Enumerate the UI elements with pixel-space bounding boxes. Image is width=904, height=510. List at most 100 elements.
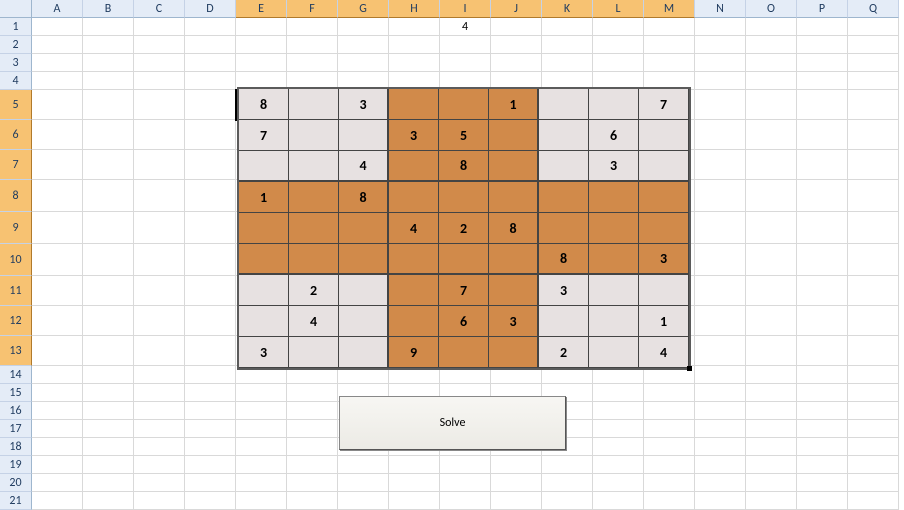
sudoku-cell-r2c7[interactable]: 3 — [589, 151, 639, 182]
cell-P18[interactable] — [797, 438, 848, 456]
cell-A21[interactable] — [32, 492, 83, 510]
cell-B2[interactable] — [83, 36, 134, 54]
sudoku-cell-r6c5[interactable] — [489, 275, 539, 306]
cell-P10[interactable] — [797, 244, 848, 276]
row-header-20[interactable]: 20 — [0, 474, 32, 492]
cell-P2[interactable] — [797, 36, 848, 54]
cell-O8[interactable] — [746, 180, 797, 212]
row-header-15[interactable]: 15 — [0, 384, 32, 402]
cell-B15[interactable] — [83, 384, 134, 402]
cell-Q9[interactable] — [848, 212, 899, 244]
cell-N6[interactable] — [695, 120, 746, 150]
sudoku-cell-r8c7[interactable] — [589, 337, 639, 368]
cell-O5[interactable] — [746, 90, 797, 120]
cell-N5[interactable] — [695, 90, 746, 120]
row-header-9[interactable]: 9 — [0, 212, 32, 244]
cell-Q20[interactable] — [848, 474, 899, 492]
cell-C13[interactable] — [134, 336, 185, 366]
cell-C15[interactable] — [134, 384, 185, 402]
row-header-18[interactable]: 18 — [0, 438, 32, 456]
sudoku-cell-r3c5[interactable] — [489, 182, 539, 213]
cell-D11[interactable] — [185, 276, 236, 306]
cell-B1[interactable] — [83, 18, 134, 36]
cell-D16[interactable] — [185, 402, 236, 420]
cell-C16[interactable] — [134, 402, 185, 420]
cell-C11[interactable] — [134, 276, 185, 306]
cell-L2[interactable] — [593, 36, 644, 54]
cell-D8[interactable] — [185, 180, 236, 212]
cell-J20[interactable] — [491, 474, 542, 492]
cell-P4[interactable] — [797, 72, 848, 90]
col-header-G[interactable]: G — [338, 0, 389, 18]
cell-C7[interactable] — [134, 150, 185, 180]
sudoku-cell-r0c8[interactable]: 7 — [639, 89, 689, 120]
sudoku-cell-r2c4[interactable]: 8 — [439, 151, 489, 182]
sudoku-cell-r8c8[interactable]: 4 — [639, 337, 689, 368]
sudoku-cell-r3c2[interactable]: 8 — [339, 182, 389, 213]
cell-F15[interactable] — [287, 384, 338, 402]
cell-E2[interactable] — [236, 36, 287, 54]
cell-B18[interactable] — [83, 438, 134, 456]
cell-K3[interactable] — [542, 54, 593, 72]
sudoku-cell-r1c4[interactable]: 5 — [439, 120, 489, 151]
row-header-5[interactable]: 5 — [0, 90, 32, 120]
sudoku-cell-r8c1[interactable] — [289, 337, 339, 368]
cell-P8[interactable] — [797, 180, 848, 212]
cell-H21[interactable] — [389, 492, 440, 510]
cell-D17[interactable] — [185, 420, 236, 438]
sudoku-cell-r7c7[interactable] — [589, 306, 639, 337]
cell-M19[interactable] — [644, 456, 695, 474]
cell-Q13[interactable] — [848, 336, 899, 366]
cell-O9[interactable] — [746, 212, 797, 244]
cell-M1[interactable] — [644, 18, 695, 36]
cell-B9[interactable] — [83, 212, 134, 244]
cell-I1[interactable]: 4 — [440, 18, 491, 36]
cell-O15[interactable] — [746, 384, 797, 402]
sudoku-cell-r0c6[interactable] — [539, 89, 589, 120]
sudoku-cell-r0c1[interactable] — [289, 89, 339, 120]
sudoku-cell-r1c5[interactable] — [489, 120, 539, 151]
cell-D12[interactable] — [185, 306, 236, 336]
cell-C5[interactable] — [134, 90, 185, 120]
sudoku-cell-r0c3[interactable] — [389, 89, 439, 120]
row-header-6[interactable]: 6 — [0, 120, 32, 150]
cell-L21[interactable] — [593, 492, 644, 510]
cell-M2[interactable] — [644, 36, 695, 54]
cell-A4[interactable] — [32, 72, 83, 90]
cell-C12[interactable] — [134, 306, 185, 336]
cell-E19[interactable] — [236, 456, 287, 474]
sudoku-cell-r7c1[interactable]: 4 — [289, 306, 339, 337]
sudoku-cell-r4c8[interactable] — [639, 213, 689, 244]
cell-C6[interactable] — [134, 120, 185, 150]
cell-G21[interactable] — [338, 492, 389, 510]
cell-L1[interactable] — [593, 18, 644, 36]
cell-N10[interactable] — [695, 244, 746, 276]
cell-D19[interactable] — [185, 456, 236, 474]
cell-E21[interactable] — [236, 492, 287, 510]
cell-Q21[interactable] — [848, 492, 899, 510]
cell-G19[interactable] — [338, 456, 389, 474]
cell-Q3[interactable] — [848, 54, 899, 72]
cell-B11[interactable] — [83, 276, 134, 306]
cell-O21[interactable] — [746, 492, 797, 510]
cell-M20[interactable] — [644, 474, 695, 492]
sudoku-cell-r7c8[interactable]: 1 — [639, 306, 689, 337]
row-header-4[interactable]: 4 — [0, 72, 32, 90]
cell-P14[interactable] — [797, 366, 848, 384]
cell-D20[interactable] — [185, 474, 236, 492]
cell-Q17[interactable] — [848, 420, 899, 438]
sudoku-cell-r6c7[interactable] — [589, 275, 639, 306]
col-header-L[interactable]: L — [593, 0, 644, 18]
col-header-P[interactable]: P — [797, 0, 848, 18]
cell-P17[interactable] — [797, 420, 848, 438]
cell-A1[interactable] — [32, 18, 83, 36]
sudoku-cell-r6c4[interactable]: 7 — [439, 275, 489, 306]
cell-N7[interactable] — [695, 150, 746, 180]
col-header-O[interactable]: O — [746, 0, 797, 18]
cell-K1[interactable] — [542, 18, 593, 36]
cell-A16[interactable] — [32, 402, 83, 420]
cell-P13[interactable] — [797, 336, 848, 366]
cell-D3[interactable] — [185, 54, 236, 72]
sudoku-cell-r1c6[interactable] — [539, 120, 589, 151]
sudoku-cell-r1c2[interactable] — [339, 120, 389, 151]
